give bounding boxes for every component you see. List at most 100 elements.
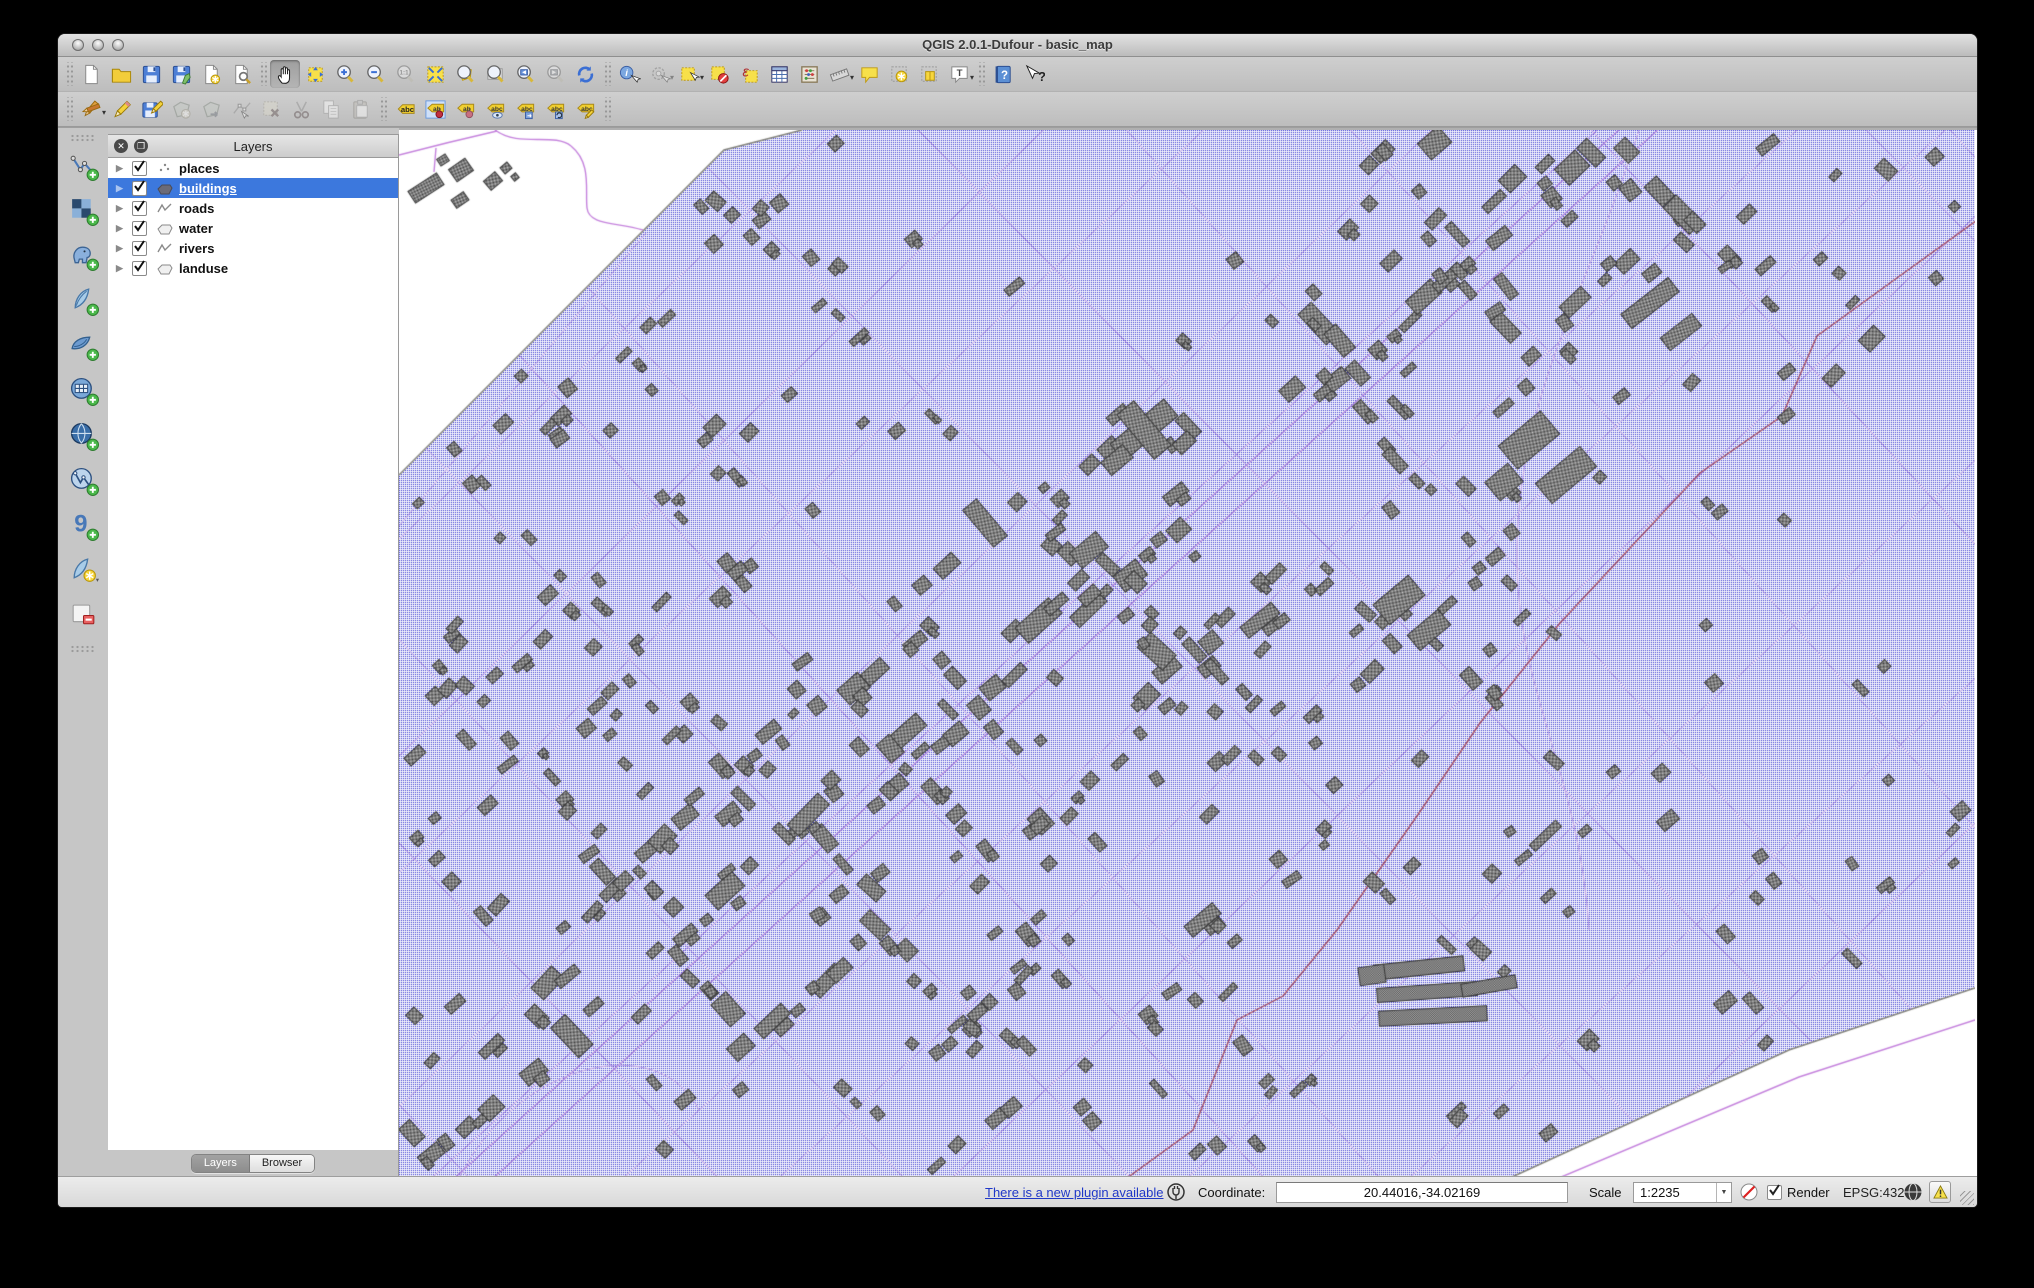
zoom-in-button[interactable]: [330, 60, 360, 88]
layer-checkbox[interactable]: [132, 241, 147, 256]
panel-tab-browser[interactable]: Browser: [250, 1155, 314, 1172]
new-shapefile-layer-button[interactable]: [65, 553, 101, 587]
zoom-next-button[interactable]: [540, 60, 570, 88]
layer-checkbox[interactable]: [132, 221, 147, 236]
expand-arrow-icon[interactable]: ▶: [116, 183, 128, 194]
pan-map-button[interactable]: [270, 60, 300, 88]
toolbar-handle[interactable]: [603, 62, 611, 86]
expand-arrow-icon[interactable]: ▶: [116, 243, 128, 254]
layer-checkbox[interactable]: [132, 181, 147, 196]
toggle-editing-button[interactable]: [106, 95, 136, 123]
add-mssql-layer-button[interactable]: [65, 328, 101, 362]
scale-combo[interactable]: 1:2235▼: [1633, 1182, 1732, 1203]
stop-render-icon[interactable]: [1739, 1182, 1759, 1205]
add-vector-layer-button[interactable]: [65, 148, 101, 182]
title-bar[interactable]: QGIS 2.0.1-Dufour - basic_map: [58, 34, 1977, 57]
layer-item-rivers[interactable]: ▶ rivers: [108, 238, 398, 258]
expand-arrow-icon[interactable]: ▶: [116, 163, 128, 174]
map-tips-button[interactable]: [854, 60, 884, 88]
refresh-button[interactable]: [570, 60, 600, 88]
map-canvas[interactable]: [399, 128, 1977, 1176]
pan-to-selection-button[interactable]: [300, 60, 330, 88]
run-feature-action-button[interactable]: ▾: [644, 60, 674, 88]
add-feature-button[interactable]: [166, 95, 196, 123]
expand-arrow-icon[interactable]: ▶: [116, 223, 128, 234]
layer-item-landuse[interactable]: ▶ landuse: [108, 258, 398, 278]
label-properties-button[interactable]: abc: [570, 95, 600, 123]
zoom-full-button[interactable]: [420, 60, 450, 88]
layer-item-places[interactable]: ▶ places: [108, 158, 398, 178]
field-calculator-button[interactable]: [794, 60, 824, 88]
toolbar-handle[interactable]: [379, 97, 387, 121]
layer-checkbox[interactable]: [132, 201, 147, 216]
toolbar-handle[interactable]: [603, 97, 611, 121]
add-delimited-text-layer-button[interactable]: 9: [65, 508, 101, 542]
crs-status-icon[interactable]: [1903, 1182, 1923, 1205]
select-expression-button[interactable]: ε: [734, 60, 764, 88]
add-wfs-layer-button[interactable]: [65, 463, 101, 497]
current-edits-button[interactable]: ▾: [76, 95, 106, 123]
toolbar-handle[interactable]: [70, 645, 96, 653]
zoom-last-button[interactable]: [510, 60, 540, 88]
open-project-button[interactable]: [106, 60, 136, 88]
add-spatialite-layer-button[interactable]: [65, 283, 101, 317]
zoom-out-button[interactable]: [360, 60, 390, 88]
node-tool-button[interactable]: [226, 95, 256, 123]
layer-item-buildings[interactable]: ▶ buildings: [108, 178, 398, 198]
new-project-button[interactable]: [76, 60, 106, 88]
help-button[interactable]: ?: [988, 60, 1018, 88]
layer-item-roads[interactable]: ▶ roads: [108, 198, 398, 218]
resize-grip[interactable]: [1960, 1191, 1974, 1205]
composer-manager-button[interactable]: [226, 60, 256, 88]
deselect-features-button[interactable]: [704, 60, 734, 88]
measure-button[interactable]: ▾: [824, 60, 854, 88]
panel-tab-layers[interactable]: Layers: [192, 1155, 250, 1172]
save-edits-button[interactable]: [136, 95, 166, 123]
layer-item-water[interactable]: ▶ water: [108, 218, 398, 238]
render-checkbox[interactable]: [1767, 1185, 1782, 1200]
layer-checkbox[interactable]: [132, 161, 147, 176]
add-wcs-layer-button[interactable]: [65, 418, 101, 452]
attribute-table-button[interactable]: [764, 60, 794, 88]
add-wms-layer-button[interactable]: [65, 373, 101, 407]
identify-button[interactable]: i: [614, 60, 644, 88]
layer-checkbox[interactable]: [132, 261, 147, 276]
toolbar-handle[interactable]: [977, 62, 985, 86]
delete-selected-button[interactable]: [256, 95, 286, 123]
add-raster-layer-button[interactable]: [65, 193, 101, 227]
expand-arrow-icon[interactable]: ▶: [116, 203, 128, 214]
labeling-button[interactable]: abc: [390, 95, 420, 123]
remove-layer-button[interactable]: [65, 598, 101, 632]
text-annotation-button[interactable]: T▾: [944, 60, 974, 88]
plugin-link[interactable]: There is a new plugin available: [985, 1185, 1164, 1200]
label-pin-button[interactable]: ab: [450, 95, 480, 123]
plugin-icon[interactable]: [1166, 1182, 1186, 1205]
zoom-actual-button[interactable]: 1:1: [390, 60, 420, 88]
whats-this-button[interactable]: ?: [1018, 60, 1048, 88]
new-composer-button[interactable]: [196, 60, 226, 88]
select-features-button[interactable]: ▾: [674, 60, 704, 88]
expand-arrow-icon[interactable]: ▶: [116, 263, 128, 274]
cut-features-button[interactable]: [286, 95, 316, 123]
zoom-to-selection-button[interactable]: [450, 60, 480, 88]
add-postgis-layer-button[interactable]: [65, 238, 101, 272]
zoom-to-layer-button[interactable]: [480, 60, 510, 88]
copy-features-button[interactable]: [316, 95, 346, 123]
save-project-button[interactable]: [136, 60, 166, 88]
messages-button[interactable]: [1929, 1181, 1951, 1203]
toolbar-handle[interactable]: [259, 62, 267, 86]
toolbar-handle[interactable]: [65, 62, 73, 86]
label-visibility-button[interactable]: abc: [480, 95, 510, 123]
label-pin-active-button[interactable]: ab: [420, 95, 450, 123]
label-rotate-button[interactable]: abc: [540, 95, 570, 123]
coordinate-field[interactable]: 20.44016,-34.02169: [1276, 1182, 1568, 1203]
new-bookmark-button[interactable]: [884, 60, 914, 88]
show-bookmarks-button[interactable]: [914, 60, 944, 88]
label-move-button[interactable]: abc: [510, 95, 540, 123]
scale-combo-arrow[interactable]: ▼: [1716, 1183, 1731, 1202]
save-project-as-button[interactable]: [166, 60, 196, 88]
toolbar-handle[interactable]: [70, 134, 96, 142]
move-feature-button[interactable]: [196, 95, 226, 123]
toolbar-handle[interactable]: [65, 97, 73, 121]
paste-features-button[interactable]: [346, 95, 376, 123]
